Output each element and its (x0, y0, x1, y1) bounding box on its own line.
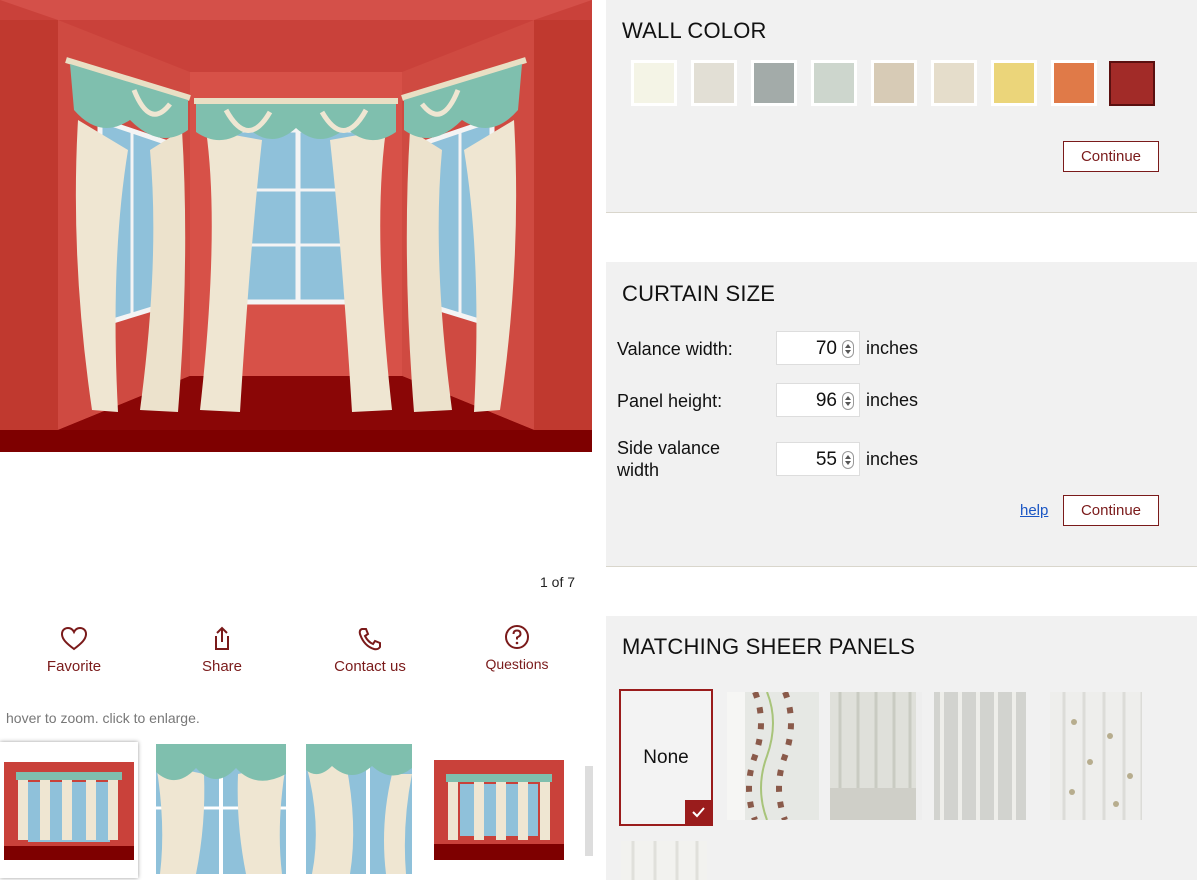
thumbnail-4[interactable] (434, 760, 564, 860)
panel-height-input[interactable]: 96 (776, 383, 860, 417)
room-preview-image[interactable] (0, 0, 592, 452)
questions-button[interactable]: Questions (457, 624, 577, 672)
phone-icon (358, 628, 381, 651)
favorite-label: Favorite (46, 658, 102, 675)
sheer-option-none[interactable]: None (619, 689, 713, 826)
wall-color-panel: WALL COLOR Continue (606, 0, 1197, 213)
thumbnail-3[interactable] (306, 744, 412, 874)
stepper-icon[interactable] (842, 340, 854, 358)
swatch-taupe[interactable] (871, 60, 917, 106)
sheer-option-6[interactable] (621, 841, 707, 880)
thumbnail-1[interactable] (0, 742, 138, 878)
valance-width-value: 70 (815, 338, 837, 359)
size-continue-button[interactable]: Continue (1063, 495, 1159, 526)
swatch-yellow[interactable] (991, 60, 1037, 106)
valance-width-label: Valance width: (617, 339, 733, 359)
stepper-icon[interactable] (842, 451, 854, 469)
share-button[interactable]: Share (162, 626, 282, 675)
share-label: Share (201, 658, 243, 675)
panel-height-value: 96 (815, 390, 837, 411)
heart-icon (60, 626, 88, 651)
contact-us-button[interactable]: Contact us (310, 626, 430, 675)
panel-height-label: Panel height: (617, 391, 723, 411)
swatch-slate[interactable] (751, 60, 797, 106)
favorite-button[interactable]: Favorite (14, 626, 134, 675)
swatch-red[interactable] (1109, 61, 1155, 106)
stepper-icon[interactable] (842, 392, 854, 410)
contact-us-label: Contact us (334, 658, 406, 675)
side-valance-width-input[interactable]: 55 (776, 442, 860, 476)
side-valance-width-label: Side valance width (617, 438, 721, 480)
zoom-hint: hover to zoom. click to enlarge. (6, 710, 200, 726)
swatch-linen[interactable] (691, 60, 737, 106)
image-counter: 1 of 7 (540, 574, 576, 590)
curtain-size-panel: CURTAIN SIZE Valance width: 70 inches Pa… (606, 262, 1197, 567)
side-valance-width-value: 55 (815, 449, 837, 470)
wall-color-title: WALL COLOR (622, 18, 767, 43)
valance-width-unit: inches (866, 338, 919, 358)
sheer-none-label: None (643, 747, 689, 768)
thumbnail-5[interactable] (585, 766, 593, 856)
valance-width-input[interactable]: 70 (776, 331, 860, 365)
sheer-option-5[interactable] (1050, 692, 1142, 820)
swatch-ivory[interactable] (631, 60, 677, 106)
checkmark-icon (685, 800, 711, 824)
wall-continue-button[interactable]: Continue (1063, 141, 1159, 172)
panel-height-unit: inches (866, 390, 919, 410)
help-link[interactable]: help (1020, 502, 1048, 519)
sheer-option-2[interactable] (727, 692, 819, 820)
swatch-orange[interactable] (1051, 60, 1097, 106)
sheer-panels-title: MATCHING SHEER PANELS (622, 634, 916, 659)
swatch-cream[interactable] (931, 60, 977, 106)
side-valance-width-unit: inches (866, 449, 919, 469)
share-icon (215, 626, 229, 650)
questions-label: Questions (485, 656, 549, 672)
sheer-panels-panel: MATCHING SHEER PANELS None (606, 616, 1197, 880)
thumbnail-2[interactable] (156, 744, 286, 874)
swatch-sage[interactable] (811, 60, 857, 106)
sheer-option-3[interactable] (830, 692, 922, 820)
curtain-size-title: CURTAIN SIZE (622, 281, 776, 306)
question-circle-icon (505, 625, 529, 649)
sheer-option-4[interactable] (934, 692, 1026, 820)
